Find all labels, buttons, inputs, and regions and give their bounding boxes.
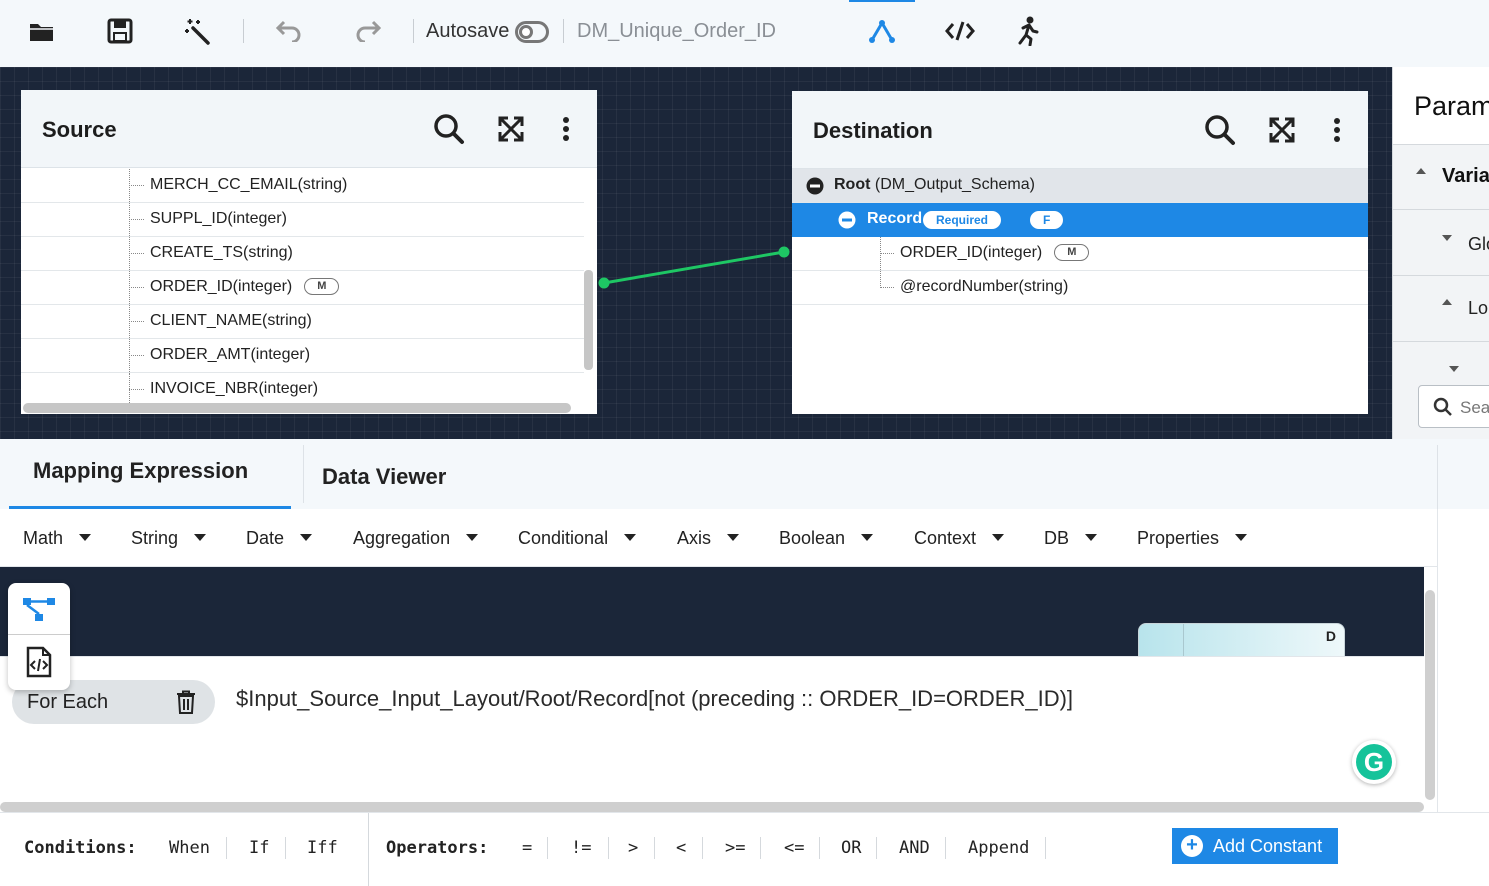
expression-editor[interactable]: For Each $Input_Source_Input_Layout/Root… <box>0 656 1424 802</box>
record-label: Record <box>867 210 923 227</box>
operator-equals-button[interactable]: = <box>522 838 532 858</box>
code-file-icon[interactable] <box>8 636 70 690</box>
parameters-panel: Param Varia Glo Lo Sea <box>1392 67 1489 439</box>
for-each-label: For Each <box>27 691 109 713</box>
tab-data-viewer[interactable]: Data Viewer <box>305 439 505 509</box>
root-schema: (DM_Output_Schema) <box>874 176 1035 193</box>
grammarly-icon[interactable]: G <box>1352 740 1396 784</box>
editor-tabs: Mapping Expression Data Viewer <box>0 439 1489 509</box>
variables-label: Varia <box>1442 165 1489 187</box>
operator-and-button[interactable]: AND <box>899 838 930 858</box>
condition-if-button[interactable]: If <box>249 838 269 858</box>
add-constant-button[interactable]: + Add Constant <box>1172 828 1338 864</box>
node-label: D <box>1325 628 1336 644</box>
bottom-toolbar: Conditions: When If Iff Operators: = != … <box>0 812 1489 886</box>
undo-icon[interactable] <box>272 14 306 48</box>
condition-when-button[interactable]: When <box>169 838 210 858</box>
toolbar: Autosave DM_Unique_Order_ID <box>0 0 1489 67</box>
function-node[interactable]: D <box>1138 623 1345 657</box>
mapping-canvas: Source MERCH_CC_EMAIL(string) SUPPL_ID(i… <box>0 67 1392 439</box>
more-options-icon[interactable] <box>1320 113 1354 147</box>
operator-append-button[interactable]: Append <box>968 838 1029 858</box>
redo-icon[interactable] <box>351 14 385 48</box>
open-folder-icon[interactable] <box>25 14 59 48</box>
tree-mode-icon[interactable] <box>8 583 70 635</box>
collapse-icon[interactable] <box>838 211 856 229</box>
chevron-down-icon <box>1442 235 1452 241</box>
right-gutter <box>1437 509 1489 812</box>
active-view-indicator <box>849 0 915 2</box>
required-badge: Required <box>923 211 1002 229</box>
search-icon[interactable] <box>1203 113 1237 147</box>
destination-field-label: ORDER_ID(integer) <box>900 244 1043 261</box>
properties-menu[interactable]: Properties <box>1137 528 1248 549</box>
autosave-toggle[interactable] <box>515 21 549 43</box>
root-label: Root <box>834 176 871 193</box>
conditions-label: Conditions: <box>24 838 137 858</box>
parameters-title: Param <box>1414 91 1489 121</box>
destination-root-row[interactable]: Root (DM_Output_Schema) <box>792 169 1368 203</box>
global-label: Glo <box>1468 234 1489 254</box>
destination-record-row[interactable]: Record Required F <box>792 203 1368 237</box>
date-menu[interactable]: Date <box>246 528 313 549</box>
editor-mode-switcher <box>8 583 70 690</box>
destination-field-label: @recordNumber(string) <box>900 278 1069 295</box>
mapped-badge: M <box>1054 244 1090 261</box>
destination-panel: Destination Root (DM_Output_Schema) Reco… <box>792 91 1368 414</box>
destination-field-row[interactable]: ORDER_ID(integer) M <box>792 237 1368 271</box>
editor-horizontal-scrollbar[interactable] <box>0 802 1424 812</box>
parameter-search-box[interactable]: Sea <box>1418 385 1489 428</box>
chevron-up-icon <box>1416 168 1426 174</box>
run-test-icon[interactable] <box>1010 14 1044 48</box>
operator-less-equal-button[interactable]: <= <box>784 838 804 858</box>
mapping-view-icon[interactable] <box>865 14 899 48</box>
local-label: Lo <box>1468 298 1489 318</box>
plus-icon: + <box>1181 835 1203 857</box>
autosave-label: Autosave <box>426 20 510 42</box>
destination-title: Destination <box>813 118 933 143</box>
variables-section[interactable]: Varia <box>1393 145 1489 210</box>
tab-mapping-expression[interactable]: Mapping Expression <box>9 439 291 509</box>
function-badge: F <box>1030 211 1064 229</box>
string-menu[interactable]: String <box>131 528 207 549</box>
conditional-menu[interactable]: Conditional <box>518 528 637 549</box>
operator-less-button[interactable]: < <box>676 838 686 858</box>
boolean-menu[interactable]: Boolean <box>779 528 874 549</box>
document-name: DM_Unique_Order_ID <box>577 20 776 42</box>
chevron-down-icon[interactable] <box>1449 366 1459 372</box>
context-menu[interactable]: Context <box>914 528 1005 549</box>
chevron-up-icon <box>1442 299 1452 305</box>
save-icon[interactable] <box>103 14 137 48</box>
expand-icon[interactable] <box>1265 113 1299 147</box>
axis-menu[interactable]: Axis <box>677 528 740 549</box>
search-icon <box>1433 397 1452 416</box>
operator-greater-equal-button[interactable]: >= <box>725 838 745 858</box>
editor-vertical-scrollbar[interactable] <box>1425 590 1435 800</box>
function-menu-bar: Math String Date Aggregation Conditional… <box>0 509 1437 567</box>
trash-icon[interactable] <box>176 690 196 714</box>
aggregation-menu[interactable]: Aggregation <box>353 528 479 549</box>
collapse-icon[interactable] <box>806 177 824 195</box>
operator-greater-button[interactable]: > <box>628 838 638 858</box>
search-placeholder: Sea <box>1460 398 1489 417</box>
math-menu[interactable]: Math <box>23 528 92 549</box>
operator-not-equals-button[interactable]: != <box>571 838 591 858</box>
global-section[interactable]: Glo <box>1393 210 1489 276</box>
operator-or-button[interactable]: OR <box>841 838 861 858</box>
expression-canvas: D <box>0 567 1424 657</box>
local-section[interactable]: Lo <box>1393 276 1489 342</box>
magic-wand-icon[interactable] <box>181 14 215 48</box>
code-view-icon[interactable] <box>943 14 977 48</box>
db-menu[interactable]: DB <box>1044 528 1098 549</box>
expression-text[interactable]: $Input_Source_Input_Layout/Root/Record[n… <box>236 686 1073 712</box>
destination-field-row[interactable]: @recordNumber(string) <box>792 271 1368 305</box>
condition-iff-button[interactable]: Iff <box>307 838 338 858</box>
operators-label: Operators: <box>386 838 489 858</box>
